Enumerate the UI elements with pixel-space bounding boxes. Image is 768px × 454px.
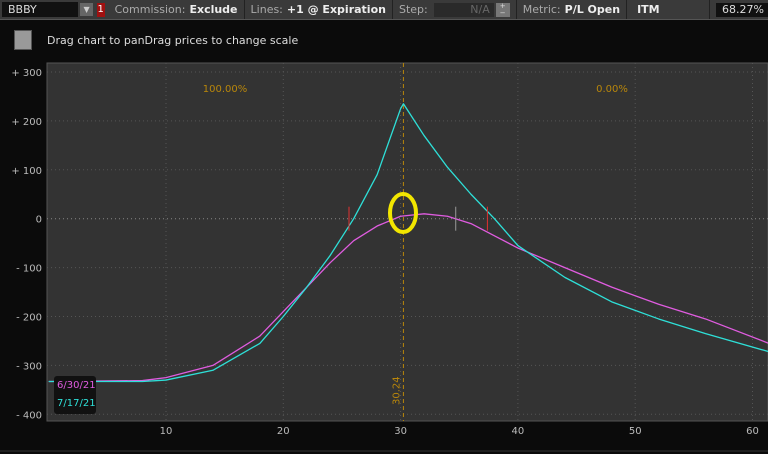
- x-tick-label: 20: [277, 426, 290, 437]
- y-tick-label: + 300: [11, 68, 42, 79]
- y-tick-label: - 200: [16, 313, 42, 324]
- current-price-label: 30.24: [391, 376, 402, 405]
- x-tick-label: 60: [746, 426, 759, 437]
- y-tick-label: + 100: [11, 166, 42, 177]
- y-tick-label: - 300: [16, 361, 42, 372]
- y-tick-label: + 200: [11, 117, 42, 128]
- y-tick-label: - 400: [16, 410, 42, 421]
- plot-area: [46, 62, 768, 422]
- y-tick-label: - 100: [16, 264, 42, 275]
- x-tick-label: 40: [512, 426, 525, 437]
- risk-profile-chart[interactable]: + 300 + 200 + 100 0 - 100 - 200 - 300 - 400 10 20…: [0, 0, 768, 454]
- x-tick-label: 10: [160, 426, 173, 437]
- x-tick-label: 30: [394, 426, 407, 437]
- y-tick-label: 0: [36, 215, 42, 226]
- legend-item: 7/17/21: [57, 398, 96, 409]
- legend-item: 6/30/21: [57, 380, 96, 391]
- probability-below-label: 100.00%: [203, 84, 248, 95]
- x-tick-label: 50: [629, 426, 642, 437]
- probability-above-label: 0.00%: [596, 84, 628, 95]
